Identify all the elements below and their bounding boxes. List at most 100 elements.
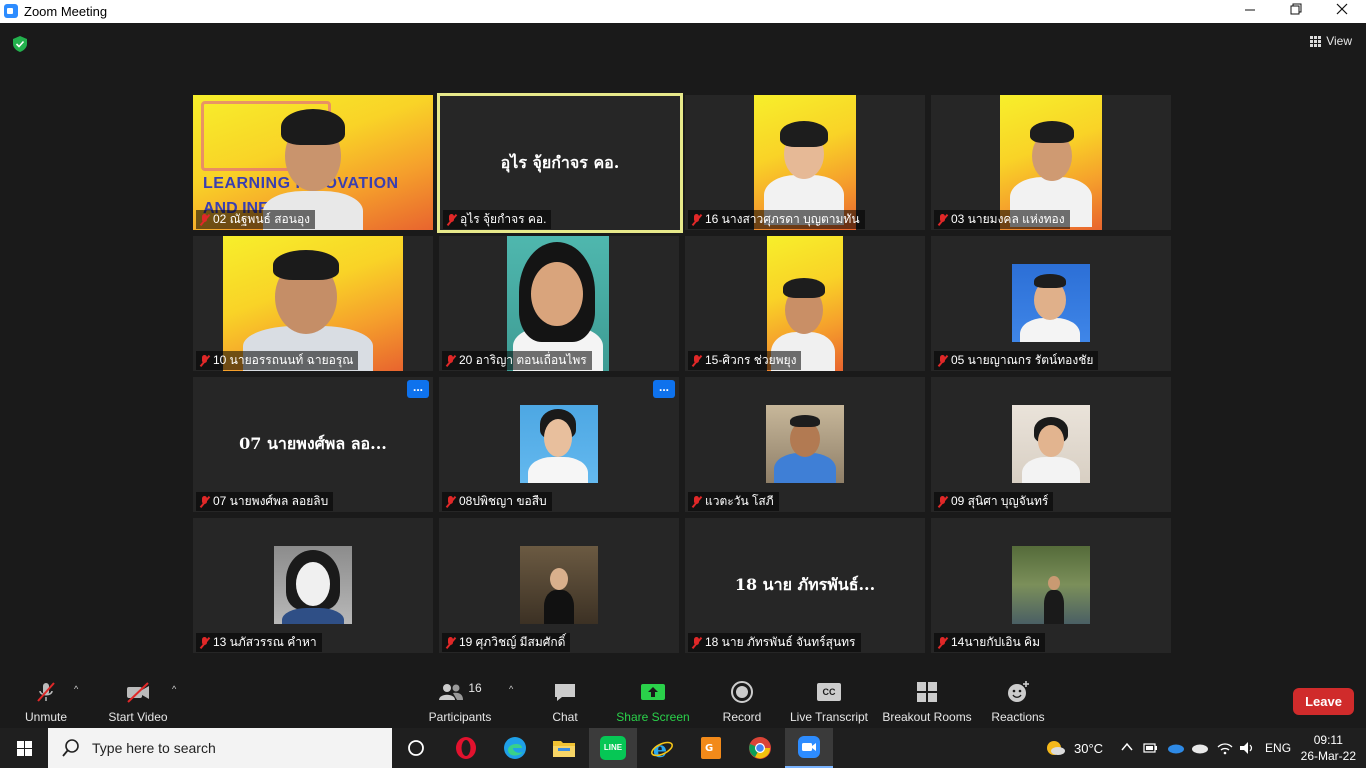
chrome-icon xyxy=(749,737,771,759)
onedrive-cloud-icon[interactable] xyxy=(1167,742,1185,754)
record-icon xyxy=(731,681,753,703)
task-view-button[interactable] xyxy=(392,728,440,768)
show-hidden-icons-chevron[interactable] xyxy=(1121,741,1133,755)
muted-mic-icon xyxy=(199,354,211,367)
muted-mic-icon xyxy=(445,636,457,649)
taskbar-clock[interactable]: 09:11 26-Mar-22 xyxy=(1301,732,1356,764)
reactions-icon xyxy=(1008,681,1029,702)
participant-tile[interactable]: LEARNING INNOVATION AND INFORMATION 02 ณ… xyxy=(193,95,433,230)
taskbar-opera[interactable] xyxy=(442,728,490,768)
participant-tile-active-speaker[interactable]: อุไร จุ้ยกำจร คอ. อุไร จุ้ยกำจร คอ. xyxy=(437,93,683,233)
leave-button[interactable]: Leave xyxy=(1293,688,1354,715)
view-label: View xyxy=(1326,34,1352,48)
opera-icon xyxy=(456,737,476,759)
encryption-shield-icon[interactable] xyxy=(13,36,27,52)
taskbar-zoom[interactable] xyxy=(785,728,833,768)
meeting-area: View LEARNING INNOVATION AND INFORMATION… xyxy=(0,23,1366,728)
chat-button[interactable]: Chat xyxy=(540,680,590,724)
taskbar-search-box[interactable]: Type here to search xyxy=(48,728,392,768)
gallery-grid-icon xyxy=(1310,35,1322,47)
reactions-button[interactable]: Reactions xyxy=(988,680,1048,724)
participant-display-name: 07 นายพงศ์พล ลอ... xyxy=(239,434,387,453)
clock-time: 09:11 xyxy=(1313,733,1343,747)
close-button[interactable] xyxy=(1319,0,1365,23)
participant-tile[interactable]: 14นายกัปเอิน คิม xyxy=(931,518,1171,653)
participant-tile[interactable]: 05 นายญาณกร รัตน์ทองชัย xyxy=(931,236,1171,371)
video-off-icon xyxy=(127,682,149,703)
participant-tile[interactable]: 13 นภัสวรรณ คำหา xyxy=(193,518,433,653)
participant-tile[interactable]: 16 นางสาวศุภรดา บุญตามทัน xyxy=(685,95,925,230)
live-transcript-button[interactable]: CC Live Transcript xyxy=(788,680,870,724)
pdf-app-icon: G xyxy=(701,737,721,759)
participant-name: 08ปพิชญา ขอสืบ xyxy=(442,492,552,511)
participant-tile[interactable]: 19 ศุภวิชญ์ มีสมศักดิ์ xyxy=(439,518,679,653)
muted-mic-icon xyxy=(937,213,949,226)
folder-icon xyxy=(553,741,575,757)
record-button[interactable]: Record xyxy=(716,680,768,724)
participant-tile[interactable]: 20 อาริญา ตอนเถื่อนไพร xyxy=(439,236,679,371)
breakout-rooms-button[interactable]: Breakout Rooms xyxy=(881,680,973,724)
cloud-icon[interactable] xyxy=(1191,742,1209,754)
participant-name: 09 สุนิศา บุญจันทร์ xyxy=(934,492,1054,511)
more-options-button[interactable]: ... xyxy=(407,380,429,398)
weather-temperature[interactable]: 30°C xyxy=(1074,741,1103,756)
participant-name: 10 นายอรรถนนท์ ฉายอรุณ xyxy=(196,351,359,370)
internet-explorer-icon: e xyxy=(651,737,673,760)
taskbar-internet-explorer[interactable]: e xyxy=(638,728,686,768)
participant-name: 14นายกัปเอิน คิม xyxy=(934,633,1045,652)
svg-text:G: G xyxy=(705,743,713,754)
participant-tile[interactable]: 15-ศิวกร ช่วยพยุง xyxy=(685,236,925,371)
taskbar-pdf-app[interactable]: G xyxy=(687,728,735,768)
participants-icon xyxy=(439,684,464,700)
zoom-icon xyxy=(798,736,820,758)
muted-mic-icon xyxy=(199,495,211,508)
participant-tile[interactable]: ... 07 นายพงศ์พล ลอ... 07 นายพงศ์พล ลอยล… xyxy=(193,377,433,512)
taskbar-edge[interactable] xyxy=(491,728,539,768)
chevron-up-icon xyxy=(1121,742,1133,751)
audio-options-caret[interactable]: ^ xyxy=(74,684,78,694)
task-view-icon xyxy=(408,740,424,756)
share-screen-button[interactable]: Share Screen xyxy=(613,680,693,724)
meeting-toolbar: Unmute ^ Start Video ^ 16 Participants ^… xyxy=(0,672,1366,728)
zoom-app-icon xyxy=(4,4,18,18)
participant-name: แวตะวัน โสภี xyxy=(688,492,779,511)
video-options-caret[interactable]: ^ xyxy=(172,684,176,694)
participant-video xyxy=(766,405,844,483)
minimize-button[interactable] xyxy=(1227,0,1273,23)
taskbar-file-explorer[interactable] xyxy=(540,728,588,768)
unmute-button[interactable]: Unmute xyxy=(16,680,76,724)
muted-mic-icon xyxy=(937,354,949,367)
participant-tile[interactable]: 18 นาย ภัทรพันธ์... 18 นาย ภัทรพันธ์ จัน… xyxy=(685,518,925,653)
gallery-grid: LEARNING INNOVATION AND INFORMATION 02 ณ… xyxy=(193,93,1173,655)
view-button[interactable]: View xyxy=(1310,34,1352,48)
participants-options-caret[interactable]: ^ xyxy=(509,684,513,694)
participant-display-name: 18 นาย ภัทรพันธ์... xyxy=(734,575,876,594)
edge-icon xyxy=(504,737,526,759)
input-language[interactable]: ENG xyxy=(1265,741,1291,755)
participant-tile[interactable]: 09 สุนิศา บุญจันทร์ xyxy=(931,377,1171,512)
participant-tile[interactable]: ... 08ปพิชญา ขอสืบ xyxy=(439,377,679,512)
taskbar-chrome[interactable] xyxy=(736,728,784,768)
restore-button[interactable] xyxy=(1273,0,1319,23)
closed-captions-icon: CC xyxy=(817,683,841,701)
participant-name: อุไร จุ้ยกำจร คอ. xyxy=(443,210,552,229)
participant-name: 13 นภัสวรรณ คำหา xyxy=(196,633,322,652)
muted-mic-icon xyxy=(691,213,703,226)
start-button[interactable] xyxy=(0,728,48,768)
participant-tile[interactable]: 10 นายอรรถนนท์ ฉายอรุณ xyxy=(193,236,433,371)
breakout-rooms-icon xyxy=(917,682,937,702)
taskbar-line[interactable]: LINE xyxy=(589,728,637,768)
participant-tile[interactable]: แวตะวัน โสภี xyxy=(685,377,925,512)
wifi-icon[interactable] xyxy=(1217,741,1233,755)
muted-microphone-icon xyxy=(37,682,55,702)
battery-device-icon[interactable] xyxy=(1143,741,1159,755)
weather-icon[interactable] xyxy=(1044,739,1066,757)
participant-tile[interactable]: 03 นายมงคล แห่งทอง xyxy=(931,95,1171,230)
more-options-button[interactable]: ... xyxy=(653,380,675,398)
speaker-icon[interactable] xyxy=(1239,741,1255,755)
participant-name: 20 อาริญา ตอนเถื่อนไพร xyxy=(442,351,592,370)
start-video-button[interactable]: Start Video xyxy=(103,680,173,724)
participant-video xyxy=(1012,546,1090,624)
minimize-icon xyxy=(1245,9,1255,11)
participants-button[interactable]: 16 Participants xyxy=(424,680,496,724)
